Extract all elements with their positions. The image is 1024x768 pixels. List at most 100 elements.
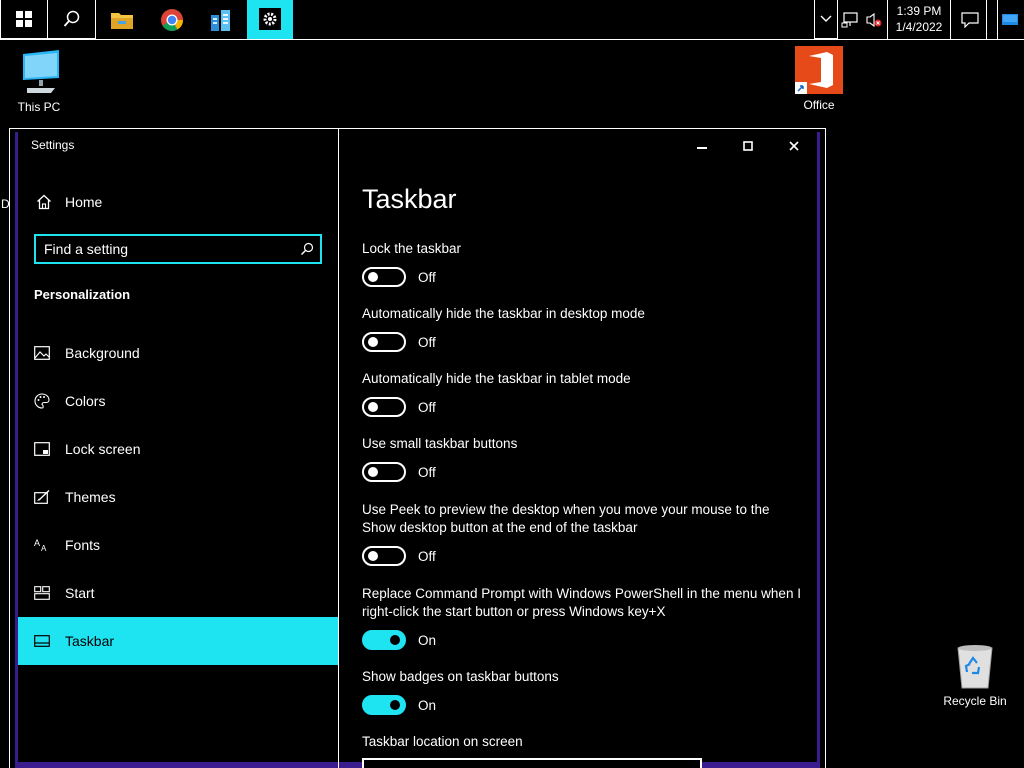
server-manager-icon [211, 9, 230, 31]
desktop-icon-this-pc[interactable]: This PC [1, 48, 77, 114]
sidebar-item-label: Background [65, 345, 140, 361]
sidebar-item-label: Start [65, 585, 95, 601]
window-title: Settings [31, 138, 75, 152]
setting-badges: Show badges on taskbar buttons On [362, 668, 802, 715]
nav-home[interactable]: Home [27, 189, 338, 215]
setting-label: Lock the taskbar [362, 241, 462, 256]
notification-icon [960, 11, 979, 28]
sidebar-item-taskbar[interactable]: Taskbar [18, 617, 338, 665]
small-buttons-toggle[interactable] [362, 462, 406, 482]
taskbar-app-settings[interactable] [247, 0, 293, 39]
search-button[interactable] [47, 0, 96, 39]
close-button[interactable] [771, 135, 817, 157]
search-input[interactable] [36, 241, 294, 257]
tray-network[interactable] [838, 0, 862, 39]
toggle-state: On [418, 632, 437, 648]
setting-small-buttons: Use small taskbar buttons Off [362, 435, 802, 482]
taskbar-location-dropdown[interactable] [362, 758, 702, 768]
folder-icon [111, 12, 133, 29]
themes-icon [34, 490, 65, 504]
taskbar: 1:39 PM 1/4/2022 [0, 0, 1024, 40]
desktop-icon-label: Office [803, 98, 835, 112]
lock-screen-icon [34, 442, 65, 456]
minimize-button[interactable] [679, 135, 725, 157]
taskbar-app-file-explorer[interactable] [98, 0, 146, 39]
setting-label: Automatically hide the taskbar in deskto… [362, 306, 645, 321]
setting-label: Show badges on taskbar buttons [362, 669, 559, 684]
desktop-icon-label: Recycle Bin [943, 694, 1007, 708]
toggle-state: On [418, 697, 437, 713]
start-icon [34, 586, 65, 600]
close-icon [789, 141, 799, 151]
action-center-button[interactable] [953, 0, 987, 39]
taskbar-app-chrome[interactable] [148, 0, 196, 39]
recycle-bin-icon [957, 645, 993, 689]
tray-clock[interactable]: 1:39 PM 1/4/2022 [887, 0, 951, 39]
maximize-icon [743, 141, 753, 151]
setting-peek: Use Peek to preview the desktop when you… [362, 501, 802, 566]
sidebar-item-label: Themes [65, 489, 116, 505]
svg-text:A: A [34, 538, 40, 548]
maximize-button[interactable] [725, 135, 771, 157]
chrome-icon [161, 8, 183, 31]
peek-toggle[interactable] [362, 546, 406, 566]
autohide-tablet-toggle[interactable] [362, 397, 406, 417]
desktop-icon-recycle-bin[interactable]: Recycle Bin [936, 642, 1014, 708]
clock-time: 1:39 PM [896, 4, 942, 18]
sidebar-item-background[interactable]: Background [18, 329, 338, 377]
setting-label: Taskbar location on screen [362, 734, 523, 749]
taskbar-app-server-manager[interactable] [197, 0, 245, 39]
section-title: Personalization [34, 287, 131, 302]
show-hidden-icons-button[interactable] [814, 0, 838, 39]
gear-icon [259, 8, 281, 30]
badges-toggle[interactable] [362, 695, 406, 715]
autohide-desktop-toggle[interactable] [362, 332, 406, 352]
sidebar-item-label: Taskbar [65, 633, 115, 649]
start-button[interactable] [0, 0, 48, 39]
setting-label: Use small taskbar buttons [362, 436, 518, 451]
sidebar-item-colors[interactable]: Colors [18, 377, 338, 425]
toggle-state: Off [418, 399, 436, 415]
sidebar-item-themes[interactable]: Themes [18, 473, 338, 521]
sidebar-item-label: Lock screen [65, 441, 141, 457]
palette-icon [34, 393, 65, 409]
page-title: Taskbar [362, 184, 457, 214]
lock-taskbar-toggle[interactable] [362, 267, 406, 287]
sidebar-item-label: Colors [65, 393, 106, 409]
setting-label: Automatically hide the taskbar in tablet… [362, 371, 631, 386]
setting-autohide-desktop: Automatically hide the taskbar in deskto… [362, 305, 802, 352]
picture-icon [34, 346, 65, 360]
search-icon [63, 10, 79, 27]
setting-label: Replace Command Prompt with Windows Powe… [362, 586, 801, 619]
svg-text:A: A [41, 544, 47, 552]
sidebar-item-start[interactable]: Start [18, 569, 338, 617]
volume-muted-icon [866, 12, 882, 27]
sidebar-nav: Background Colors Lock screen Themes AA … [18, 329, 338, 665]
clock-date: 1/4/2022 [895, 20, 943, 34]
setting-autohide-tablet: Automatically hide the taskbar in tablet… [362, 370, 802, 417]
toggle-state: Off [418, 464, 436, 480]
windows-logo-icon [16, 11, 32, 27]
powershell-toggle[interactable] [362, 630, 406, 650]
find-setting-search[interactable] [34, 234, 322, 264]
desktop-icon-office[interactable]: Office [781, 46, 857, 112]
nav-home-label: Home [65, 194, 103, 210]
office-icon [795, 46, 843, 94]
pane-divider [338, 129, 339, 768]
tray-volume[interactable] [862, 0, 886, 39]
show-desktop-button[interactable] [997, 0, 1021, 39]
home-icon [29, 194, 59, 210]
setting-lock-taskbar: Lock the taskbar Off [362, 240, 802, 287]
sidebar-item-fonts[interactable]: AA Fonts [18, 521, 338, 569]
setting-powershell: Replace Command Prompt with Windows Powe… [362, 585, 802, 650]
network-icon [841, 11, 858, 27]
minimize-icon [697, 147, 707, 149]
sidebar-item-label: Fonts [65, 537, 101, 553]
toggle-state: Off [418, 334, 436, 350]
settings-window: Settings Home Personalization Background [9, 128, 826, 768]
sidebar-item-lock-screen[interactable]: Lock screen [18, 425, 338, 473]
taskbar-icon [34, 635, 65, 647]
setting-label: Use Peek to preview the desktop when you… [362, 502, 770, 535]
computer-icon [23, 50, 59, 93]
desktop-icon-label: This PC [17, 100, 61, 114]
